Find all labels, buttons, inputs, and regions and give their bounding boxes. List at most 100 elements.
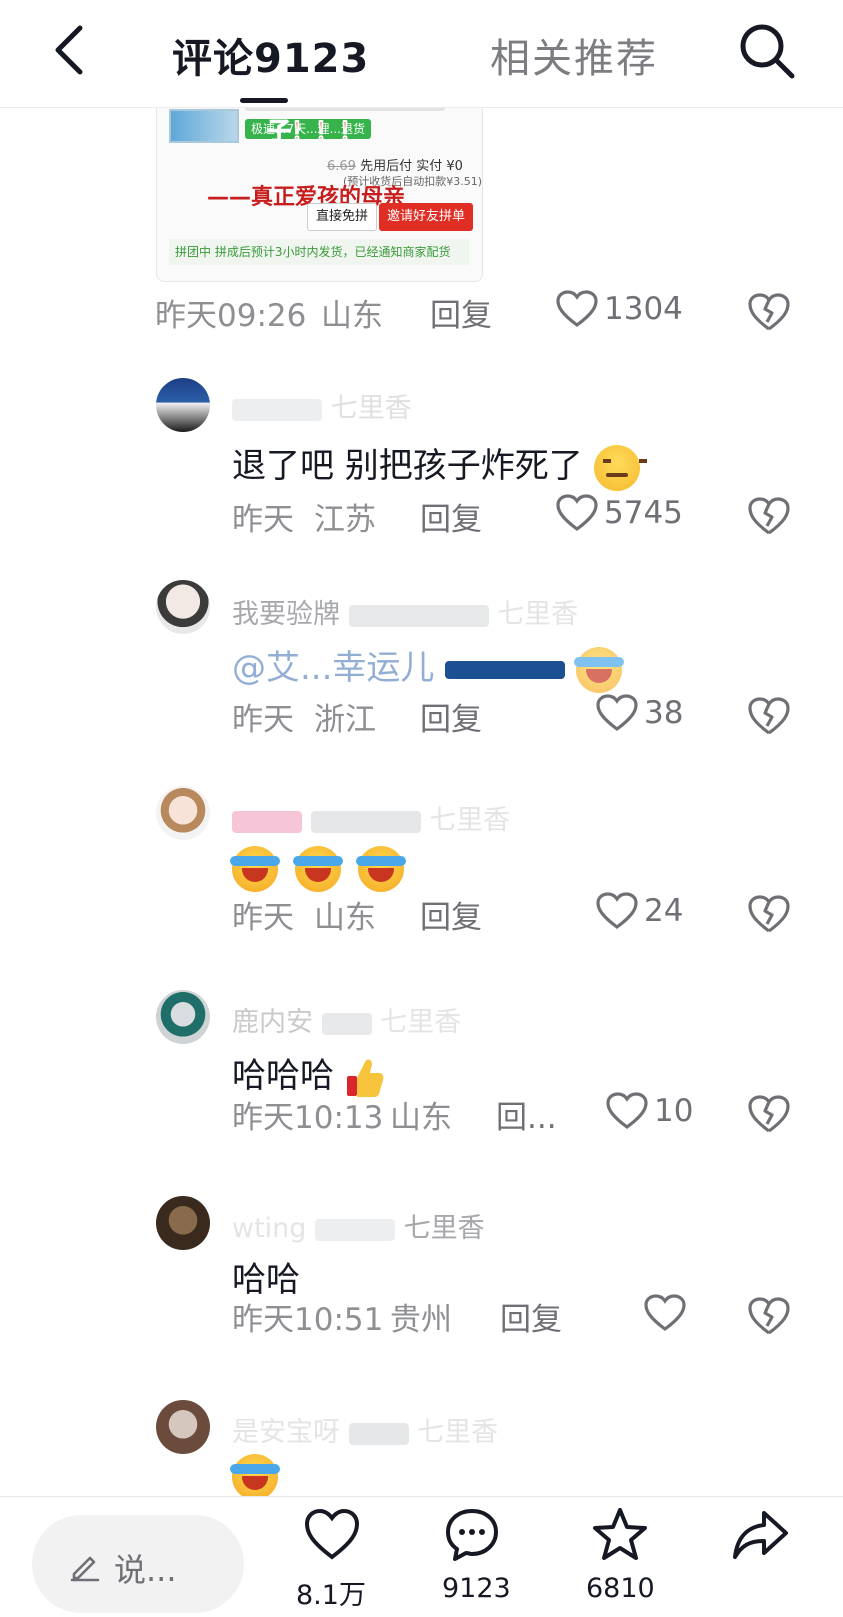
comment-location: 山东 [321,298,383,334]
like-button[interactable]: 10 [606,1092,693,1130]
product-thumbnail [169,109,239,143]
heart-icon [556,494,598,531]
reply-button[interactable]: 回复 [420,494,500,544]
heart-icon[interactable] [302,1505,362,1565]
share-arrow-icon[interactable] [730,1505,790,1565]
reply-button[interactable]: 回... [496,1092,576,1142]
comment-meta: 昨天 山东 [232,892,402,942]
reply-label: 回复 [420,702,482,738]
avatar[interactable] [156,990,210,1044]
heart-icon [596,892,638,929]
card-big-red-text: 子！！！ [267,117,364,146]
username-text: 七里香 [330,393,412,424]
top-bar: 评论9123 相关推荐 [0,0,843,108]
reply-button[interactable]: 回复 [420,892,500,942]
crying-laughing-emoji [230,1454,280,1500]
heart-icon [606,1092,648,1129]
comment-username[interactable]: wting 七里香 [232,1206,485,1245]
search-icon[interactable] [736,20,798,82]
active-tab-indicator [240,98,288,103]
comment-username[interactable]: 我要验牌 七里香 [232,592,578,631]
card-price-value: ¥0 [446,159,463,174]
comment-input-placeholder: 说... [114,1551,177,1589]
comment-input[interactable]: 说... [32,1515,244,1613]
reply-label: 回复 [420,502,482,538]
comment-meta: 昨天 江苏 [232,494,402,544]
avatar[interactable] [156,1400,210,1454]
bottom-action-bar: 说... 8.1万 9123 6810 [0,1496,843,1617]
like-total: 8.1万 [296,1580,366,1611]
comment-username[interactable]: 鹿内安 七里香 [232,1000,461,1039]
broken-heart-icon[interactable] [748,696,790,736]
comment-time: 昨天 [232,502,294,538]
heart-icon [596,694,638,731]
comment-location: 贵州 [390,1302,452,1338]
broken-heart-icon[interactable] [748,292,790,332]
card-group-row: 拼团中 拼成后预计3小时内发货，已经通知商家配货 [169,239,469,265]
laughing-face-emoji [574,646,625,693]
pencil-icon [70,1556,100,1582]
comment-meta: 昨天 浙江 [232,694,402,744]
like-button[interactable] [644,1294,692,1332]
broken-heart-icon[interactable] [748,496,790,536]
username-tail: 七里香 [403,1213,485,1244]
crying-laughing-emoji [355,846,406,892]
username-redacted [321,1012,372,1035]
like-count: 38 [644,695,684,731]
comment-text-body: @艾...幸运儿 [232,648,435,688]
username-text: 鹿内安 [232,1007,313,1038]
like-count: 24 [644,893,684,929]
reply-button[interactable]: 回复 [420,694,500,744]
like-button[interactable]: 5745 [556,494,683,532]
comment-username[interactable]: 七里香 [232,798,510,837]
text-redacted [445,660,566,679]
comment-username[interactable]: 是安宝呀 七里香 [232,1410,498,1449]
comment-text: 退了吧 别把孩子炸死了 [232,438,647,491]
tab-related[interactable]: 相关推荐 [490,26,658,84]
username-redacted [348,1422,409,1445]
username-text: 我要验牌 [232,599,340,630]
favorite-total: 6810 [586,1573,655,1604]
broken-heart-icon[interactable] [748,1296,790,1336]
username-text: wting [232,1213,307,1244]
comment-location: 山东 [390,1100,452,1136]
comment-location: 山东 [314,900,376,936]
broken-heart-icon[interactable] [748,894,790,934]
like-count: 5745 [604,495,683,531]
comment-time: 昨天 [232,900,294,936]
avatar[interactable] [156,580,210,634]
like-count: 1304 [604,291,683,327]
username-tail: 七里香 [429,805,511,836]
comment-username[interactable]: 七里香 [232,386,412,425]
like-button[interactable]: 38 [596,694,683,732]
card-invite-button: 邀请好友拼单 [379,203,474,231]
like-button[interactable]: 24 [596,892,683,930]
comment-meta: 昨天10:13 山东 [232,1092,462,1142]
avatar[interactable] [156,378,210,432]
heart-icon [556,290,598,327]
back-arrow-icon[interactable] [46,22,96,78]
crying-laughing-emoji [230,846,280,892]
comment-bubble-icon[interactable] [442,1505,502,1565]
comment-text [230,846,406,892]
username-redacted [315,1218,396,1241]
card-price-old: 6.69 [327,159,356,174]
comment-time: 昨天10:13 [232,1100,384,1136]
comment-time: 昨天09:26 [155,298,307,334]
comment-image-card[interactable]: 极速...7天...理...退货 子！！！ 6.69 先用后付 实付 ¥0 (预… [156,78,483,282]
comment-time: 昨天 [232,702,294,738]
card-direct-button: 直接免拼 [307,203,378,231]
broken-heart-icon[interactable] [748,1094,790,1134]
reply-button[interactable]: 回复 [500,1294,580,1344]
avatar[interactable] [156,1196,210,1250]
comment-text-body: 哈哈哈 [232,1056,334,1096]
star-icon[interactable] [590,1505,650,1565]
tab-comments[interactable]: 评论9123 [172,26,369,84]
like-button[interactable]: 1304 [556,290,683,328]
angry-face-emoji [593,444,647,491]
reply-label: 回复 [430,298,492,334]
crying-laughing-emoji [292,846,343,892]
reply-button[interactable]: 回复 [430,290,510,340]
avatar[interactable] [156,786,210,840]
username-redacted [348,604,489,627]
